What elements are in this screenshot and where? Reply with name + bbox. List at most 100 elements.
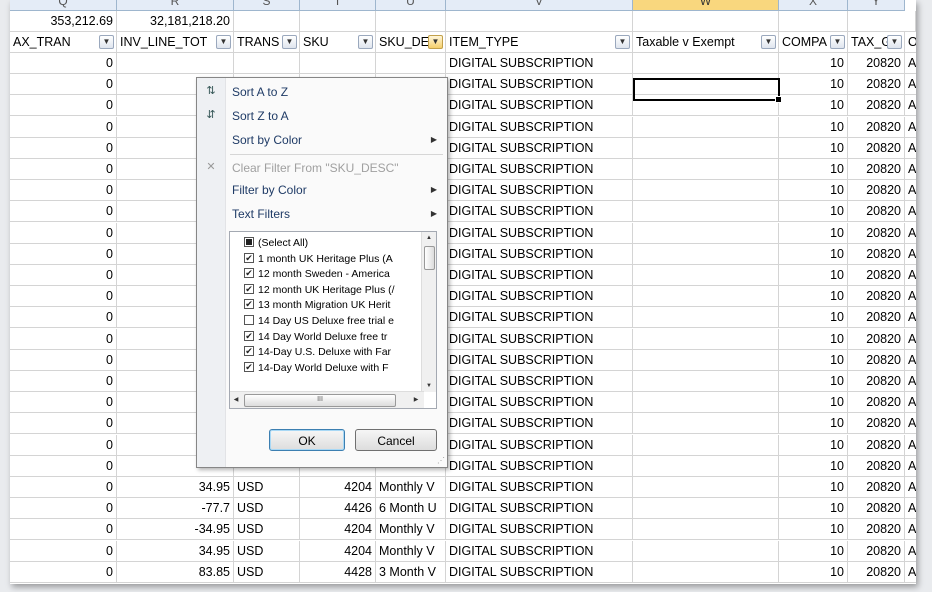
cell[interactable]: 10 (779, 371, 848, 392)
cell[interactable]: 20820 (848, 413, 905, 435)
cell[interactable]: DIGITAL SUBSCRIPTION (446, 328, 633, 350)
filter-dropdown-icon[interactable]: ▼ (99, 35, 114, 49)
cell[interactable]: 20820 (848, 159, 905, 180)
filter-dropdown-icon[interactable]: ▼ (615, 35, 630, 49)
cell[interactable]: 0 (10, 349, 117, 371)
filter-value-item[interactable]: ✔ 13 month Migration UK Herit (244, 297, 414, 313)
cell[interactable]: DIGITAL SUBSCRIPTION (446, 477, 633, 498)
cell[interactable]: 0 (10, 137, 117, 159)
cell[interactable]: AI (905, 53, 916, 74)
cell[interactable]: 6 Month U (376, 498, 446, 520)
cell[interactable]: 10 (779, 74, 848, 96)
filter-dropdown-icon[interactable]: ▼ (358, 35, 373, 49)
cell[interactable] (633, 434, 779, 456)
cell[interactable]: AI (905, 413, 916, 435)
column-header-s[interactable]: S (234, 0, 300, 11)
cell[interactable]: 0 (10, 159, 117, 180)
cell[interactable]: USD (234, 540, 300, 562)
cell[interactable] (633, 159, 779, 180)
cell[interactable] (779, 11, 848, 32)
column-header-u[interactable]: U (376, 0, 446, 11)
ok-button[interactable]: OK (269, 429, 345, 451)
cell[interactable]: DIGITAL SUBSCRIPTION (446, 265, 633, 286)
cell[interactable]: 0 (10, 243, 117, 265)
cell[interactable]: 83.85 (117, 561, 234, 583)
cell[interactable] (633, 265, 779, 286)
cell[interactable] (234, 11, 300, 32)
cell[interactable]: DIGITAL SUBSCRIPTION (446, 222, 633, 244)
resize-grip-icon[interactable]: ⋰ (437, 456, 445, 465)
cell[interactable]: 0 (10, 328, 117, 350)
cell[interactable] (633, 477, 779, 498)
cell[interactable]: 10 (779, 328, 848, 350)
cell[interactable]: 20820 (848, 540, 905, 562)
cell[interactable]: 20820 (848, 307, 905, 329)
cell[interactable]: 0 (10, 455, 117, 477)
cell[interactable]: DIGITAL SUBSCRIPTION (446, 53, 633, 74)
cell[interactable]: 10 (779, 243, 848, 265)
cell[interactable] (633, 286, 779, 308)
filter-value-item[interactable]: ✔ 1 month UK Heritage Plus (A (244, 251, 414, 267)
cell[interactable]: 10 (779, 561, 848, 583)
cell[interactable]: -34.95 (117, 519, 234, 541)
cell[interactable]: AI (905, 74, 916, 96)
scroll-right-icon[interactable]: ▶ (410, 392, 422, 408)
cell[interactable]: 10 (779, 413, 848, 435)
cell[interactable] (633, 137, 779, 159)
column-header-x[interactable]: X (779, 0, 848, 11)
sort-a-to-z-item[interactable]: ⇅ Sort A to Z (197, 81, 447, 103)
cell[interactable]: 0 (10, 116, 117, 138)
cell[interactable]: DIGITAL SUBSCRIPTION (446, 519, 633, 541)
cell[interactable]: DIGITAL SUBSCRIPTION (446, 540, 633, 562)
header-cell[interactable]: Taxable v Exempt ▼ (633, 32, 779, 53)
cell[interactable]: AI (905, 477, 916, 498)
cell[interactable]: DIGITAL SUBSCRIPTION (446, 307, 633, 329)
cell[interactable]: 20820 (848, 116, 905, 138)
cell[interactable]: DIGITAL SUBSCRIPTION (446, 349, 633, 371)
cell[interactable]: 10 (779, 477, 848, 498)
cell[interactable]: DIGITAL SUBSCRIPTION (446, 116, 633, 138)
cell[interactable] (633, 328, 779, 350)
cell[interactable]: 10 (779, 159, 848, 180)
cell[interactable]: 10 (779, 201, 848, 223)
header-cell[interactable]: O (905, 32, 916, 53)
column-header-v[interactable]: V (446, 0, 633, 11)
cell[interactable]: 34.95 (117, 540, 234, 562)
cell[interactable]: AI (905, 201, 916, 223)
cell[interactable] (234, 53, 300, 74)
cell[interactable] (633, 519, 779, 541)
cell[interactable]: 0 (10, 540, 117, 562)
cell[interactable]: 0 (10, 180, 117, 202)
filter-dropdown-icon[interactable]: ▼ (216, 35, 231, 49)
cell[interactable]: DIGITAL SUBSCRIPTION (446, 180, 633, 202)
cell[interactable]: 0 (10, 286, 117, 308)
column-header-y[interactable]: Y (848, 0, 905, 11)
filter-value-item[interactable]: ✔ 12 month UK Heritage Plus (/ (244, 282, 414, 298)
cell[interactable]: AI (905, 244, 916, 265)
vertical-scrollbar[interactable]: ▲ ▼ (421, 232, 436, 392)
filter-value-item[interactable]: ✔ 14 Day World Deluxe free tr (244, 329, 414, 345)
cell[interactable]: AI (905, 371, 916, 392)
cell[interactable]: AI (905, 159, 916, 180)
cell[interactable]: 20820 (848, 137, 905, 159)
cell[interactable]: 10 (779, 519, 848, 541)
cell[interactable]: 10 (779, 498, 848, 520)
cell[interactable]: Monthly V (376, 477, 446, 498)
cell[interactable]: USD (234, 477, 300, 498)
column-header-t[interactable]: T (300, 0, 376, 11)
cell[interactable]: AI (905, 117, 916, 138)
checkbox[interactable]: ✔ (244, 330, 254, 341)
cell[interactable]: -77.7 (117, 498, 234, 520)
cell[interactable]: DIGITAL SUBSCRIPTION (446, 392, 633, 414)
checkbox[interactable]: ✔ (244, 252, 254, 263)
cell[interactable]: 0 (10, 53, 117, 74)
cell[interactable]: USD (234, 519, 300, 541)
cell[interactable]: Monthly V (376, 540, 446, 562)
cell[interactable]: AI (905, 541, 916, 562)
cell[interactable]: AI (905, 138, 916, 159)
cell[interactable]: AI (905, 329, 916, 350)
filter-value-item[interactable]: 14 Day US Deluxe free trial e (244, 313, 414, 329)
cell[interactable]: Monthly V (376, 519, 446, 541)
cell[interactable]: 10 (779, 540, 848, 562)
filter-value-item[interactable]: ✔ 14-Day World Deluxe with F (244, 360, 414, 376)
